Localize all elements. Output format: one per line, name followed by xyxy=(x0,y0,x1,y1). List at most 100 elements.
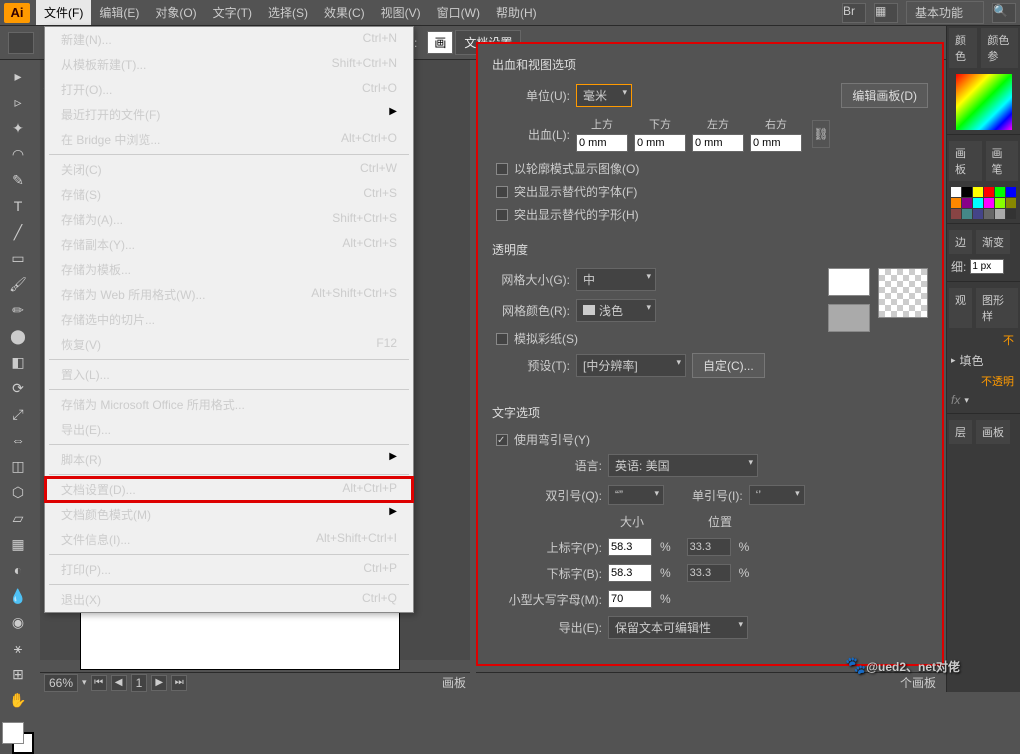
type-tool[interactable]: T xyxy=(4,194,32,218)
tab-artboards[interactable]: 画板 xyxy=(976,420,1010,444)
bleed-top-input[interactable] xyxy=(576,134,628,152)
highlight-glyphs-checkbox[interactable] xyxy=(496,209,508,221)
width-tool[interactable]: ⇔ xyxy=(4,428,32,452)
menu-item[interactable]: 存储选中的切片... xyxy=(45,307,413,332)
menu-item[interactable]: 打印(P)...Ctrl+P xyxy=(45,557,413,582)
bridge-icon[interactable]: Br xyxy=(842,3,866,23)
link-bleed-icon[interactable]: ⛓ xyxy=(812,120,830,148)
double-quote-select[interactable]: “” xyxy=(608,485,664,505)
simulate-paper-checkbox[interactable] xyxy=(496,333,508,345)
menu-item[interactable]: 存储(S)Ctrl+S xyxy=(45,182,413,207)
blend-tool[interactable]: ◉ xyxy=(4,610,32,634)
zoom-level[interactable]: 66% xyxy=(44,674,78,692)
pencil-tool[interactable]: ✏ xyxy=(4,298,32,322)
subscript-size-input[interactable] xyxy=(608,564,652,582)
tab-stroke[interactable]: 边 xyxy=(949,230,972,254)
nav-last[interactable]: ⏭ xyxy=(171,675,187,691)
menu-item[interactable]: 存储为 Microsoft Office 所用格式... xyxy=(45,392,413,417)
menu-item[interactable]: 脚本(R)▶ xyxy=(45,447,413,472)
export-select[interactable]: 保留文本可编辑性 xyxy=(608,616,748,639)
swatch-grid[interactable] xyxy=(951,187,1017,219)
name-input[interactable]: 画 xyxy=(427,31,453,54)
menu-window[interactable]: 窗口(W) xyxy=(429,0,488,25)
scale-tool[interactable]: ⤢ xyxy=(4,402,32,426)
menu-item[interactable]: 最近打开的文件(F)▶ xyxy=(45,102,413,127)
menu-item[interactable]: 导出(E)... xyxy=(45,417,413,442)
blob-brush-tool[interactable]: ⬤ xyxy=(4,324,32,348)
menu-item[interactable]: 从模板新建(T)...Shift+Ctrl+N xyxy=(45,52,413,77)
color-spectrum[interactable] xyxy=(956,74,1012,130)
custom-button[interactable]: 自定(C)... xyxy=(692,353,765,378)
smallcaps-input[interactable] xyxy=(608,590,652,608)
arrange-icon[interactable]: ▦ xyxy=(874,3,898,23)
eyedropper-tool[interactable]: 💧 xyxy=(4,584,32,608)
artboard-tool[interactable]: ⊞ xyxy=(4,662,32,686)
page-number[interactable]: 1 xyxy=(131,674,148,692)
menu-object[interactable]: 对象(O) xyxy=(147,0,204,25)
lasso-tool[interactable]: ◠ xyxy=(4,142,32,166)
menu-text[interactable]: 文字(T) xyxy=(205,0,260,25)
menu-help[interactable]: 帮助(H) xyxy=(488,0,545,25)
single-quote-select[interactable]: ‘’ xyxy=(749,485,805,505)
magic-wand-tool[interactable]: ✦ xyxy=(4,116,32,140)
menu-item[interactable]: 存储为 Web 所用格式(W)...Alt+Shift+Ctrl+S xyxy=(45,282,413,307)
menu-item[interactable]: 在 Bridge 中浏览...Alt+Ctrl+O xyxy=(45,127,413,152)
perspective-tool[interactable]: ▱ xyxy=(4,506,32,530)
nav-next[interactable]: ▶ xyxy=(151,675,167,691)
pen-tool[interactable]: ✎ xyxy=(4,168,32,192)
menu-item[interactable]: 文档设置(D)...Alt+Ctrl+P xyxy=(45,477,413,502)
color-swatches[interactable] xyxy=(2,722,34,754)
menu-edit[interactable]: 编辑(E) xyxy=(91,0,147,25)
workspace-selector[interactable]: 基本功能 xyxy=(906,1,984,24)
search-icon[interactable]: 🔍 xyxy=(992,3,1016,23)
fill-swatch[interactable] xyxy=(2,722,24,744)
highlight-fonts-checkbox[interactable] xyxy=(496,186,508,198)
stroke-weight-input[interactable] xyxy=(970,259,1004,274)
edit-artboard-button[interactable]: 编辑画板(D) xyxy=(841,83,928,108)
nav-first[interactable]: ⏮ xyxy=(91,675,107,691)
opacity-label[interactable]: 不透明 xyxy=(947,371,1020,391)
menu-item[interactable]: 文档颜色模式(M)▶ xyxy=(45,502,413,527)
superscript-size-input[interactable] xyxy=(608,538,652,556)
menu-select[interactable]: 选择(S) xyxy=(260,0,316,25)
tab-color[interactable]: 颜色 xyxy=(949,28,977,68)
language-select[interactable]: 英语: 美国 xyxy=(608,454,758,477)
bleed-left-input[interactable] xyxy=(692,134,744,152)
artboard-tool-icon[interactable] xyxy=(8,32,34,54)
tab-brushes[interactable]: 画笔 xyxy=(986,141,1019,181)
eraser-tool[interactable]: ◧ xyxy=(4,350,32,374)
menu-view[interactable]: 视图(V) xyxy=(373,0,429,25)
tab-layers[interactable]: 层 xyxy=(949,420,972,444)
selection-tool[interactable]: ▸ xyxy=(4,64,32,88)
unit-select[interactable]: 毫米 xyxy=(576,84,632,107)
menu-item[interactable]: 存储为(A)...Shift+Ctrl+S xyxy=(45,207,413,232)
menu-item[interactable]: 存储为模板... xyxy=(45,257,413,282)
bleed-right-input[interactable] xyxy=(750,134,802,152)
menu-item[interactable]: 存储副本(Y)...Alt+Ctrl+S xyxy=(45,232,413,257)
menu-item[interactable]: 恢复(V)F12 xyxy=(45,332,413,357)
menu-item[interactable]: 打开(O)...Ctrl+O xyxy=(45,77,413,102)
menu-effect[interactable]: 效果(C) xyxy=(316,0,373,25)
free-transform-tool[interactable]: ◫ xyxy=(4,454,32,478)
direct-selection-tool[interactable]: ▹ xyxy=(4,90,32,114)
menu-item[interactable]: 新建(N)...Ctrl+N xyxy=(45,27,413,52)
paintbrush-tool[interactable]: 🖌 xyxy=(4,272,32,296)
tab-swatches[interactable]: 画板 xyxy=(949,141,982,181)
tab-gradient[interactable]: 渐变 xyxy=(976,230,1010,254)
grid-size-select[interactable]: 中 xyxy=(576,268,656,291)
tab-appearance[interactable]: 观 xyxy=(949,288,972,328)
menu-item[interactable]: 关闭(C)Ctrl+W xyxy=(45,157,413,182)
menu-item[interactable]: 置入(L)... xyxy=(45,362,413,387)
outline-mode-checkbox[interactable] xyxy=(496,163,508,175)
grid-color-select[interactable]: 浅色 xyxy=(576,299,656,322)
rectangle-tool[interactable]: ▭ xyxy=(4,246,32,270)
use-quotes-checkbox[interactable] xyxy=(496,434,508,446)
nav-prev[interactable]: ◀ xyxy=(111,675,127,691)
symbol-sprayer-tool[interactable]: ⚹ xyxy=(4,636,32,660)
superscript-pos-input[interactable] xyxy=(687,538,731,556)
gradient-tool[interactable]: ◐ xyxy=(4,558,32,582)
shape-builder-tool[interactable]: ⬡ xyxy=(4,480,32,504)
bleed-bottom-input[interactable] xyxy=(634,134,686,152)
menu-item[interactable]: 文件信息(I)...Alt+Shift+Ctrl+I xyxy=(45,527,413,552)
line-tool[interactable]: ╱ xyxy=(4,220,32,244)
